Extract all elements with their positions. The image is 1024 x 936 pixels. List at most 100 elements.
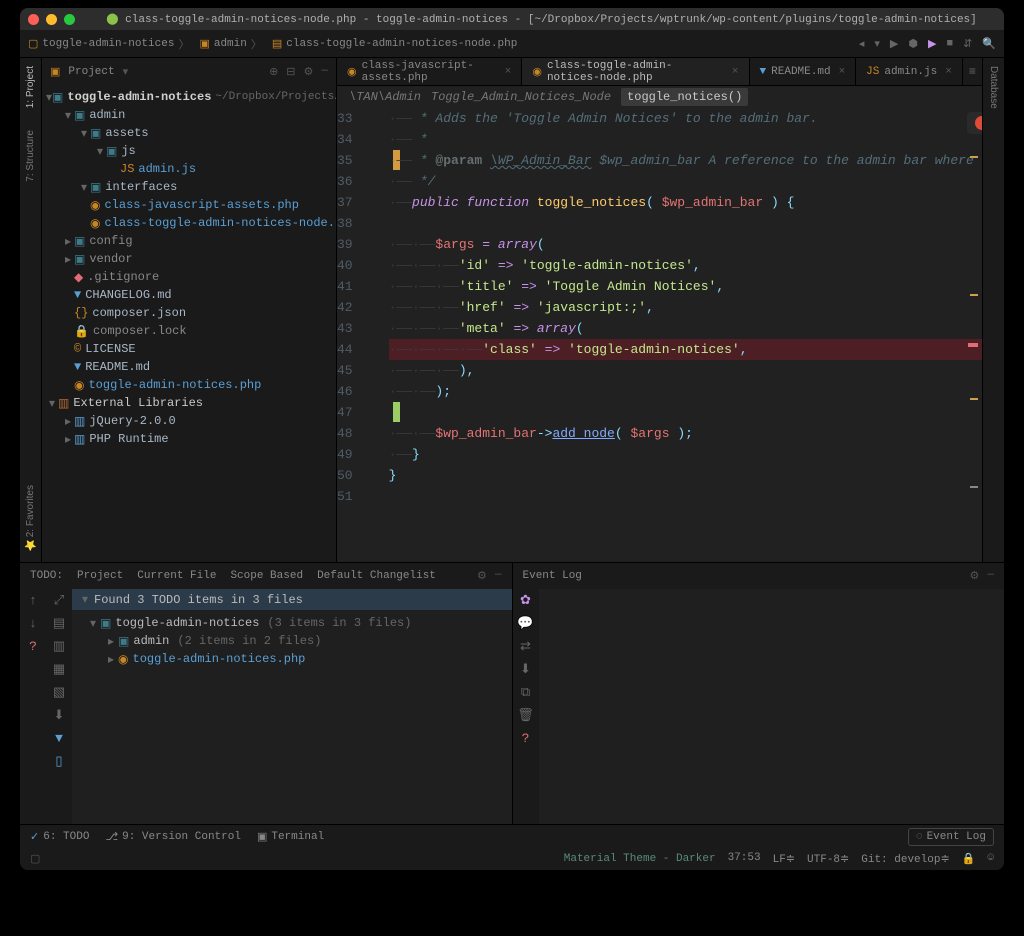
tree-folder-assets[interactable]: ▾▣assets bbox=[42, 124, 336, 142]
close-icon[interactable]: × bbox=[732, 66, 739, 78]
vcs-update-icon[interactable]: ⇵ bbox=[963, 37, 972, 51]
crumb-namespace[interactable]: \TAN\Admin bbox=[349, 90, 421, 104]
tree-file-changelog[interactable]: ▼CHANGELOG.md bbox=[42, 286, 336, 304]
todo-tree-root[interactable]: ▾▣toggle-admin-notices(3 items in 3 file… bbox=[72, 614, 512, 632]
tree-file-tanphp[interactable]: ◉toggle-admin-notices.php bbox=[42, 376, 336, 394]
tree-file-ctan[interactable]: ◉class-toggle-admin-notices-node.php bbox=[42, 214, 336, 232]
tree-root[interactable]: ▾▣toggle-admin-notices~/Dropbox/Projects… bbox=[42, 88, 336, 106]
tree-file-composerlock[interactable]: 🔒composer.lock bbox=[42, 322, 336, 340]
tree-folder-config[interactable]: ▸▣config bbox=[42, 232, 336, 250]
expand-icon[interactable]: ⤢ bbox=[54, 593, 64, 608]
tree-folder-interfaces[interactable]: ▾▣interfaces bbox=[42, 178, 336, 196]
hide-panel-icon[interactable]: — bbox=[321, 65, 328, 79]
export-icon[interactable]: ⬇ bbox=[54, 708, 65, 723]
tree-lib-phprt[interactable]: ▸▥PHP Runtime bbox=[42, 430, 336, 448]
close-icon[interactable]: × bbox=[945, 66, 952, 78]
project-view-label[interactable]: Project bbox=[68, 66, 114, 78]
next-todo-icon[interactable]: ↓ bbox=[29, 616, 37, 631]
autoscroll-icon[interactable]: ▤ bbox=[53, 616, 65, 631]
tree-folder-js[interactable]: ▾▣js bbox=[42, 142, 336, 160]
lock-icon[interactable]: 🔒 bbox=[962, 852, 976, 866]
maximize-window-icon[interactable] bbox=[64, 14, 75, 25]
status-theme[interactable]: Material Theme - Darker bbox=[564, 853, 716, 865]
clear-icon[interactable]: 🗑 bbox=[517, 708, 534, 723]
tree-folder-vendor[interactable]: ▸▣vendor bbox=[42, 250, 336, 268]
database-tool-button[interactable]: Database bbox=[988, 66, 999, 109]
todo-tab-current[interactable]: Current File bbox=[137, 570, 216, 582]
collapse-all-icon[interactable]: ⊟ bbox=[286, 65, 295, 79]
tree-external-libs[interactable]: ▾▥External Libraries bbox=[42, 394, 336, 412]
run-with-coverage-icon[interactable]: ▶ bbox=[928, 37, 936, 51]
run-config-dropdown[interactable]: ▾ bbox=[874, 37, 880, 51]
todo-tab-project[interactable]: Project bbox=[77, 570, 123, 582]
status-encoding[interactable]: UTF-8≑ bbox=[807, 852, 849, 866]
status-git-branch[interactable]: Git: develop≑ bbox=[861, 852, 949, 866]
tab-ctan[interactable]: ◉class-toggle-admin-notices-node.php× bbox=[522, 58, 749, 85]
project-tree[interactable]: ▾▣toggle-admin-notices~/Dropbox/Projects… bbox=[42, 86, 336, 562]
help-icon[interactable]: ? bbox=[522, 731, 530, 746]
tree-file-composerjson[interactable]: {}composer.json bbox=[42, 304, 336, 322]
terminal-button[interactable]: ▣Terminal bbox=[257, 830, 324, 844]
crumb-class[interactable]: Toggle_Admin_Notices_Node bbox=[431, 90, 611, 104]
breadcrumb-project[interactable]: ▢toggle-admin-notices〉 bbox=[28, 36, 189, 52]
copy-icon[interactable]: ⧉ bbox=[521, 685, 530, 700]
stop-icon[interactable]: ■ bbox=[946, 38, 953, 50]
tab-readme[interactable]: ▼README.md× bbox=[750, 58, 857, 85]
status-caret-pos[interactable]: 37:53 bbox=[728, 852, 761, 866]
todo-tab-scope[interactable]: Scope Based bbox=[230, 570, 303, 582]
hide-panel-icon[interactable]: — bbox=[495, 569, 502, 583]
project-tool-button[interactable]: 1: Project bbox=[25, 66, 36, 108]
gear-icon[interactable]: ⚙ bbox=[970, 569, 980, 583]
scroll-icon[interactable]: ⬇ bbox=[520, 662, 531, 677]
todo-tool-button[interactable]: ✓6: TODO bbox=[30, 830, 89, 844]
flatten-icon[interactable]: ▧ bbox=[53, 685, 65, 700]
tree-folder-admin[interactable]: ▾▣admin bbox=[42, 106, 336, 124]
todo-tab-changelist[interactable]: Default Changelist bbox=[317, 570, 436, 582]
balloon-icon[interactable]: 💬 bbox=[517, 616, 533, 631]
preview-icon[interactable]: ▯ bbox=[55, 754, 62, 769]
tree-file-readme[interactable]: ▼README.md bbox=[42, 358, 336, 376]
hide-panel-icon[interactable]: — bbox=[987, 569, 994, 583]
run-icon[interactable]: ▶ bbox=[890, 37, 898, 51]
tree-file-adminjs[interactable]: JSadmin.js bbox=[42, 160, 336, 178]
todo-tree-file[interactable]: ▸◉toggle-admin-notices.php bbox=[72, 650, 512, 668]
gear-icon[interactable]: ⚙ bbox=[477, 569, 487, 583]
breadcrumb-folder[interactable]: ▣admin〉 bbox=[199, 36, 261, 52]
version-control-button[interactable]: ⎇9: Version Control bbox=[105, 830, 241, 844]
prev-todo-icon[interactable]: ↑ bbox=[29, 593, 37, 608]
code-editor[interactable]: 33343536373839404142434445464748495051 ·… bbox=[337, 108, 982, 562]
tree-file-gitignore[interactable]: ◆.gitignore bbox=[42, 268, 336, 286]
back-icon[interactable]: ◂ bbox=[859, 37, 865, 51]
scroll-from-source-icon[interactable]: ⊕ bbox=[269, 65, 278, 79]
hector-icon[interactable]: ☺ bbox=[987, 852, 994, 866]
tree-file-license[interactable]: ©LICENSE bbox=[42, 340, 336, 358]
minimize-window-icon[interactable] bbox=[46, 14, 57, 25]
settings-icon[interactable]: ✿ bbox=[520, 593, 531, 608]
structure-tool-button[interactable]: 7: Structure bbox=[25, 130, 36, 182]
favorites-tool-button[interactable]: ⭐ 2: Favorites bbox=[25, 485, 36, 552]
tool-windows-icon[interactable]: ▢ bbox=[30, 852, 40, 866]
gear-icon[interactable]: ⚙ bbox=[304, 65, 314, 79]
close-icon[interactable]: × bbox=[505, 66, 512, 78]
debug-icon[interactable]: ⬢ bbox=[908, 37, 918, 51]
close-icon[interactable]: × bbox=[839, 66, 846, 78]
event-log-button[interactable]: ◌ Event Log bbox=[908, 828, 994, 846]
editor-area: ◉class-javascript-assets.php× ◉class-tog… bbox=[337, 58, 982, 562]
tree-lib-jquery[interactable]: ▸▥jQuery-2.0.0 bbox=[42, 412, 336, 430]
tab-list-icon[interactable]: ≡ bbox=[963, 65, 982, 79]
module-icon[interactable]: ▦ bbox=[53, 662, 65, 677]
crumb-function[interactable]: toggle_notices() bbox=[621, 88, 748, 106]
tab-adminjs[interactable]: JSadmin.js× bbox=[856, 58, 963, 85]
tree-file-cja[interactable]: ◉class-javascript-assets.php bbox=[42, 196, 336, 214]
filter-icon[interactable]: ▼ bbox=[55, 731, 63, 746]
help-icon[interactable]: ? bbox=[29, 639, 37, 654]
search-icon[interactable]: 🔍 bbox=[982, 37, 996, 51]
window-titlebar: ⬤ class-toggle-admin-notices-node.php - … bbox=[20, 8, 1004, 30]
breadcrumb-file[interactable]: ▤class-toggle-admin-notices-node.php bbox=[272, 37, 517, 51]
group-by-icon[interactable]: ▥ bbox=[53, 639, 65, 654]
wrap-icon[interactable]: ⇄ bbox=[520, 639, 531, 654]
close-window-icon[interactable] bbox=[28, 14, 39, 25]
todo-tree-admin[interactable]: ▸▣admin(2 items in 2 files) bbox=[72, 632, 512, 650]
tab-cja[interactable]: ◉class-javascript-assets.php× bbox=[337, 58, 522, 85]
status-line-sep[interactable]: LF≑ bbox=[773, 852, 795, 866]
